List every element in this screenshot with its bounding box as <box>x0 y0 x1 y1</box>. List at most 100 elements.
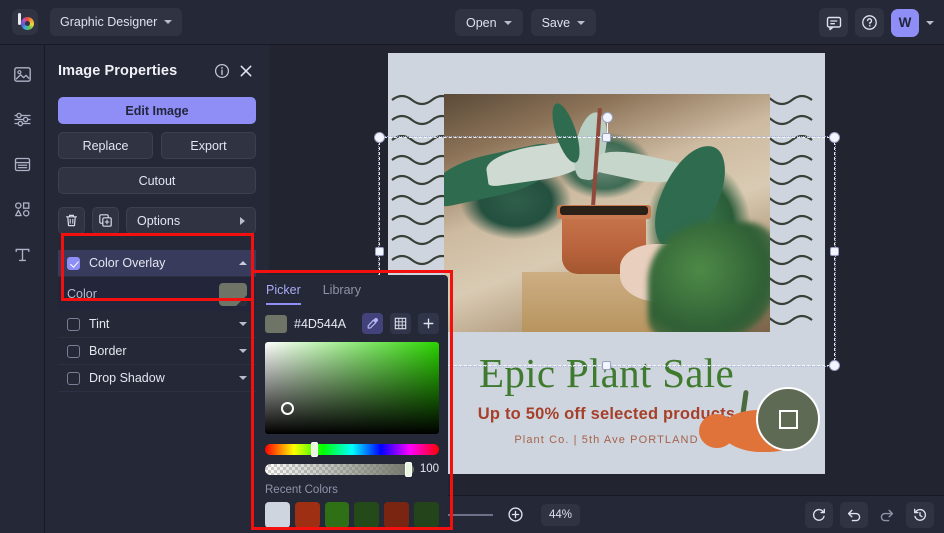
history-actions <box>805 502 934 528</box>
border-checkbox[interactable] <box>67 345 80 358</box>
open-label: Open <box>466 16 497 30</box>
undo-icon[interactable] <box>840 502 868 528</box>
chevron-down-icon <box>504 21 512 25</box>
chevron-right-icon <box>240 217 245 225</box>
save-button[interactable]: Save <box>531 9 597 36</box>
edit-image-label: Edit Image <box>125 104 188 118</box>
image-properties-panel: Image Properties Edit Image Replace Expo… <box>45 45 269 533</box>
picker-tabs: Picker Library <box>256 275 448 305</box>
recent-colors-label: Recent Colors <box>265 484 448 496</box>
help-circle-icon[interactable] <box>855 8 884 37</box>
resize-handle-right[interactable] <box>830 247 839 256</box>
hue-slider[interactable] <box>265 444 439 455</box>
color-label: Color <box>67 287 219 301</box>
avatar[interactable]: W <box>891 9 919 37</box>
resize-handle-tr[interactable] <box>829 132 840 143</box>
options-row: Options <box>58 207 256 234</box>
replace-export-row: Replace Export <box>58 132 256 159</box>
effect-row-color-overlay[interactable]: Color Overlay <box>58 250 256 277</box>
save-label: Save <box>542 16 571 30</box>
chevron-down-icon[interactable] <box>239 322 247 326</box>
chevron-down-icon <box>577 21 585 25</box>
color-picker-popup[interactable]: Picker Library #4D544A 100 <box>256 275 448 528</box>
hue-slider-knob[interactable] <box>311 442 318 457</box>
resize-handle-bottom[interactable] <box>602 361 611 370</box>
logo-wheel <box>21 17 34 30</box>
chevron-down-icon[interactable] <box>926 21 934 25</box>
comment-icon[interactable] <box>819 8 848 37</box>
zoom-level-value[interactable]: 44% <box>541 504 580 526</box>
effects-list: Color Overlay Color Tint Border Drop Sha… <box>58 250 256 392</box>
duplicate-icon[interactable] <box>92 207 119 234</box>
alpha-slider-knob[interactable] <box>405 462 412 477</box>
chevron-down-icon[interactable] <box>239 376 247 380</box>
recent-colors-list <box>265 502 439 528</box>
image-frame-icon[interactable] <box>756 387 820 451</box>
top-bar: Graphic Designer Open Save W <box>0 0 944 45</box>
effect-label: Border <box>89 344 230 358</box>
eyedropper-icon[interactable] <box>362 313 383 334</box>
elements-tool[interactable] <box>7 194 37 224</box>
adjustments-tool[interactable] <box>7 104 37 134</box>
color-swatch[interactable] <box>219 283 247 306</box>
saturation-value-area[interactable] <box>265 342 439 434</box>
recent-swatch[interactable] <box>414 502 439 528</box>
app-root: Graphic Designer Open Save W <box>0 0 944 533</box>
project-name-label: Graphic Designer <box>60 15 157 29</box>
chevron-up-icon[interactable] <box>239 261 247 265</box>
recent-swatch[interactable] <box>384 502 409 528</box>
chevron-down-icon <box>164 20 172 24</box>
open-button[interactable]: Open <box>455 9 523 36</box>
resize-handle-left[interactable] <box>375 247 384 256</box>
recent-swatch[interactable] <box>295 502 320 528</box>
saturation-value-knob[interactable] <box>281 402 294 415</box>
avatar-initial: W <box>899 15 912 30</box>
resize-handle-br[interactable] <box>829 360 840 371</box>
effect-row-drop-shadow[interactable]: Drop Shadow <box>58 365 256 392</box>
history-icon[interactable] <box>906 502 934 528</box>
text-tool[interactable] <box>7 239 37 269</box>
alpha-slider[interactable] <box>265 464 414 475</box>
effect-row-tint[interactable]: Tint <box>58 311 256 338</box>
options-label: Options <box>137 214 240 228</box>
rotate-handle[interactable] <box>602 112 613 123</box>
current-color-swatch[interactable] <box>265 315 287 333</box>
replace-button[interactable]: Replace <box>58 132 153 159</box>
chevron-down-icon[interactable] <box>239 349 247 353</box>
pages-tool[interactable] <box>7 149 37 179</box>
recent-swatch[interactable] <box>325 502 350 528</box>
export-button[interactable]: Export <box>161 132 256 159</box>
trash-icon[interactable] <box>58 207 85 234</box>
brand-color-wheel-logo[interactable] <box>12 9 38 35</box>
page-title: Image Properties <box>58 63 208 79</box>
redo-icon[interactable] <box>875 503 899 527</box>
recent-swatch[interactable] <box>354 502 379 528</box>
info-circle-icon[interactable] <box>212 61 232 81</box>
resize-handle-tl[interactable] <box>374 132 385 143</box>
grid-icon[interactable] <box>390 313 411 334</box>
project-name-dropdown[interactable]: Graphic Designer <box>50 8 182 36</box>
edit-image-button[interactable]: Edit Image <box>58 97 256 124</box>
hex-value[interactable]: #4D544A <box>294 317 355 331</box>
drop-shadow-checkbox[interactable] <box>67 372 80 385</box>
options-button[interactable]: Options <box>126 207 256 234</box>
color-overlay-checkbox[interactable] <box>67 257 80 270</box>
alpha-row: 100 <box>265 463 439 475</box>
effect-row-border[interactable]: Border <box>58 338 256 365</box>
tab-picker[interactable]: Picker <box>266 283 301 305</box>
image-tool[interactable] <box>7 59 37 89</box>
recent-swatch[interactable] <box>265 502 290 528</box>
cutout-button[interactable]: Cutout <box>58 167 256 194</box>
zoom-in-icon[interactable] <box>503 503 527 527</box>
left-tool-rail <box>0 45 45 533</box>
plus-icon[interactable] <box>418 313 439 334</box>
resize-handle-top[interactable] <box>602 133 611 142</box>
tint-checkbox[interactable] <box>67 318 80 331</box>
refresh-icon[interactable] <box>805 502 833 528</box>
tab-library[interactable]: Library <box>323 283 361 305</box>
alpha-value[interactable]: 100 <box>420 463 439 475</box>
close-icon[interactable] <box>236 61 256 81</box>
color-overlay-color-row[interactable]: Color <box>58 277 256 311</box>
top-bar-center-actions: Open Save <box>455 9 596 36</box>
panel-header: Image Properties <box>58 59 256 83</box>
